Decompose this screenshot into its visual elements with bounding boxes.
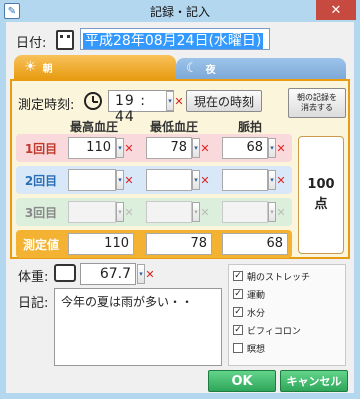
row-1-diastolic-clear[interactable]: ✕ xyxy=(200,138,210,158)
row-1-label: 1回目 xyxy=(24,141,58,156)
weight-field[interactable]: 67.7 xyxy=(80,263,136,285)
time-field[interactable]: 19 : 44 xyxy=(108,90,174,125)
check-item-bificolon[interactable]: ✓ ビフィコロン xyxy=(233,321,341,339)
row-3-systolic-spin: ▾ xyxy=(116,202,124,222)
now-time-button[interactable]: 現在の時刻 xyxy=(186,90,262,112)
row-3-pulse-spin: ▾ xyxy=(268,202,276,222)
time-spin-button[interactable]: ▾ xyxy=(166,91,174,111)
col-systolic: 最高血圧 xyxy=(70,120,119,134)
result-diastolic: 78 xyxy=(146,233,212,255)
check-item-water[interactable]: ✓ 水分 xyxy=(233,303,341,321)
row-3-pulse-clear: ✕ xyxy=(276,205,286,219)
row-2-pulse-clear[interactable]: ✕ xyxy=(276,170,286,190)
weight-clear-button[interactable]: ✕ xyxy=(145,264,155,284)
row-1-pulse-clear[interactable]: ✕ xyxy=(276,138,286,158)
clock-icon xyxy=(84,92,102,110)
diary-textarea[interactable]: 今年の夏は雨が多い・・ xyxy=(54,288,222,366)
tab-morning[interactable]: ☀ 朝 xyxy=(14,55,176,79)
cancel-button[interactable]: キャンセル xyxy=(280,370,348,392)
row-2-pulse-spin[interactable]: ▾ xyxy=(268,170,276,190)
diary-label: 日記: xyxy=(18,296,49,311)
score-value: 100 xyxy=(307,177,335,192)
time-clear-button[interactable]: ✕ xyxy=(174,91,184,111)
row-2-diastolic-spin[interactable]: ▾ xyxy=(192,170,200,190)
row-1-systolic[interactable]: 110 xyxy=(68,137,116,159)
ok-button[interactable]: OK xyxy=(208,370,276,392)
row-1-systolic-spin[interactable]: ▾ xyxy=(116,138,124,158)
row-2-label: 2回目 xyxy=(24,173,58,188)
row-2-pulse[interactable] xyxy=(222,169,268,191)
check-item-exercise[interactable]: ✓ 運動 xyxy=(233,285,341,303)
check-label: 朝のストレッチ xyxy=(247,272,311,283)
row-1-diastolic[interactable]: 78 xyxy=(146,137,192,159)
sun-icon: ☀ xyxy=(24,59,37,75)
clear-morning-button[interactable]: 朝の記録を 消去する xyxy=(288,88,346,118)
row-1-diastolic-spin[interactable]: ▾ xyxy=(192,138,200,158)
scale-icon xyxy=(54,264,76,282)
checkbox[interactable]: ✓ xyxy=(233,307,243,317)
check-item-meditation[interactable]: 瞑想 xyxy=(233,339,341,357)
row-3-diastolic-clear: ✕ xyxy=(200,205,210,219)
result-systolic: 110 xyxy=(68,233,134,255)
row-3-pulse xyxy=(222,201,268,223)
moon-icon: ☾ xyxy=(186,61,198,76)
date-field[interactable]: 平成28年08月24日(水曜日) xyxy=(80,28,270,50)
window-title: 記録・記入 xyxy=(149,5,210,19)
row-1-pulse[interactable]: 68 xyxy=(222,137,268,159)
check-label: 運動 xyxy=(247,290,266,301)
result-pulse: 68 xyxy=(222,233,288,255)
tab-night-label: 夜 xyxy=(205,65,216,76)
row-2-systolic-spin[interactable]: ▾ xyxy=(116,170,124,190)
row-3-systolic xyxy=(68,201,116,223)
row-2-systolic[interactable] xyxy=(68,169,116,191)
result-label: 測定値 xyxy=(22,237,59,252)
row-1-systolic-clear[interactable]: ✕ xyxy=(124,138,134,158)
row-2-systolic-clear[interactable]: ✕ xyxy=(124,170,134,190)
date-label: 日付: xyxy=(16,36,47,51)
calendar-icon[interactable] xyxy=(56,30,74,50)
weight-label: 体重: xyxy=(18,270,49,285)
row-3-label: 3回目 xyxy=(24,205,58,220)
tab-night[interactable]: ☾ 夜 xyxy=(176,58,346,79)
row-1-pulse-spin[interactable]: ▾ xyxy=(268,138,276,158)
checkbox[interactable]: ✓ xyxy=(233,325,243,335)
checkbox[interactable] xyxy=(233,343,243,353)
check-label: ビフィコロン xyxy=(247,326,301,337)
row-3-diastolic-spin: ▾ xyxy=(192,202,200,222)
check-label: 水分 xyxy=(247,308,266,319)
score-box: 100 点 xyxy=(298,136,344,254)
time-label: 測定時刻: xyxy=(18,98,75,113)
close-button[interactable]: ✕ xyxy=(316,0,356,20)
row-2-diastolic-clear[interactable]: ✕ xyxy=(200,170,210,190)
col-pulse: 脈拍 xyxy=(238,120,263,134)
date-value: 平成28年08月24日(水曜日) xyxy=(83,33,264,49)
check-label: 瞑想 xyxy=(247,344,266,355)
row-3-systolic-clear: ✕ xyxy=(124,205,134,219)
checklist: ✓ 朝のストレッチ ✓ 運動 ✓ 水分 ✓ ビフィコロン 瞑想 xyxy=(228,264,346,366)
row-3-diastolic xyxy=(146,201,192,223)
row-2-diastolic[interactable] xyxy=(146,169,192,191)
tab-morning-label: 朝 xyxy=(42,63,53,75)
score-unit: 点 xyxy=(314,197,328,212)
check-item-stretch[interactable]: ✓ 朝のストレッチ xyxy=(233,267,341,285)
checkbox[interactable]: ✓ xyxy=(233,289,243,299)
col-diastolic: 最低血圧 xyxy=(150,120,199,134)
checkbox[interactable]: ✓ xyxy=(233,271,243,281)
weight-spin-button[interactable]: ▾ xyxy=(137,264,145,284)
